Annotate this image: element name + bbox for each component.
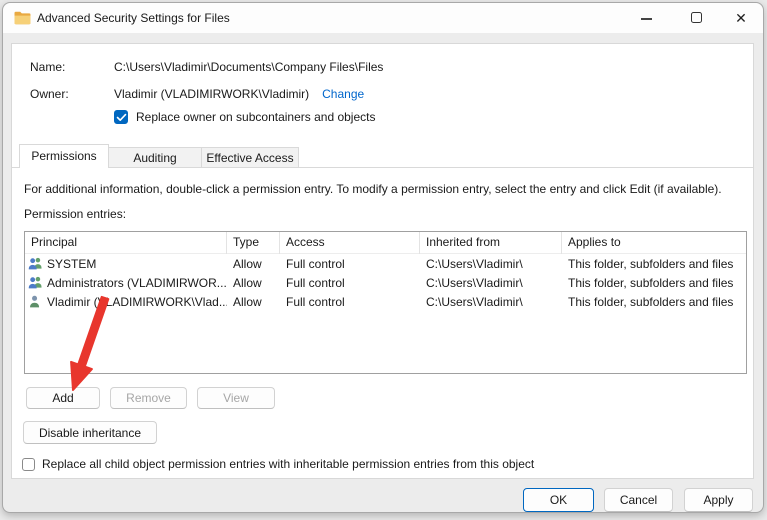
permissions-table: Principal Type Access Inherited from App… <box>24 231 747 374</box>
folder-icon <box>14 11 31 25</box>
group-icon <box>28 256 43 271</box>
name-label: Name: <box>30 60 114 74</box>
column-header-access[interactable]: Access <box>280 232 420 254</box>
table-row[interactable]: Vladimir (VLADIMIRWORK\Vlad... Allow Ful… <box>25 292 746 311</box>
permission-entries-label: Permission entries: <box>24 207 126 221</box>
cell-type: Allow <box>227 276 280 290</box>
replace-owner-checkbox[interactable] <box>114 110 128 124</box>
change-owner-link[interactable]: Change <box>322 87 364 101</box>
window-title: Advanced Security Settings for Files <box>37 3 230 33</box>
name-row: Name: C:\Users\Vladimir\Documents\Compan… <box>30 60 383 74</box>
disable-inheritance-button[interactable]: Disable inheritance <box>23 421 157 444</box>
table-header: Principal Type Access Inherited from App… <box>25 232 746 254</box>
replace-owner-label: Replace owner on subcontainers and objec… <box>136 110 375 124</box>
minimize-button[interactable] <box>629 3 663 33</box>
cell-inherited-from: C:\Users\Vladimir\ <box>420 257 562 271</box>
column-header-type[interactable]: Type <box>227 232 280 254</box>
group-icon <box>28 275 43 290</box>
column-header-applies-to[interactable]: Applies to <box>562 232 746 254</box>
maximize-icon <box>691 12 702 23</box>
column-header-inherited-from[interactable]: Inherited from <box>420 232 562 254</box>
cell-principal: SYSTEM <box>47 257 96 271</box>
replace-child-label: Replace all child object permission entr… <box>42 457 534 471</box>
column-header-principal[interactable]: Principal <box>25 232 227 254</box>
cell-access: Full control <box>280 295 420 309</box>
title-bar: Advanced Security Settings for Files ✕ <box>3 3 763 33</box>
remove-button[interactable]: Remove <box>110 387 187 409</box>
cell-principal: Vladimir (VLADIMIRWORK\Vlad... <box>47 295 227 309</box>
cell-principal: Administrators (VLADIMIRWOR... <box>47 276 227 290</box>
cancel-button[interactable]: Cancel <box>604 488 673 512</box>
tab-permissions[interactable]: Permissions <box>19 144 109 168</box>
replace-child-checkbox[interactable] <box>22 458 35 471</box>
cell-applies-to: This folder, subfolders and files <box>562 295 746 309</box>
cell-access: Full control <box>280 276 420 290</box>
tab-strip-line <box>12 167 753 168</box>
cell-type: Allow <box>227 295 280 309</box>
advanced-security-settings-window: Advanced Security Settings for Files ✕ N… <box>2 2 764 513</box>
maximize-button[interactable] <box>679 3 713 33</box>
name-value: C:\Users\Vladimir\Documents\Company File… <box>114 60 383 74</box>
owner-row: Owner: Vladimir (VLADIMIRWORK\Vladimir) … <box>30 87 364 101</box>
minimize-icon <box>641 18 652 20</box>
owner-value: Vladimir (VLADIMIRWORK\Vladimir) <box>114 87 309 101</box>
cell-inherited-from: C:\Users\Vladimir\ <box>420 276 562 290</box>
apply-button[interactable]: Apply <box>684 488 753 512</box>
cell-type: Allow <box>227 257 280 271</box>
view-button[interactable]: View <box>197 387 275 409</box>
ok-button[interactable]: OK <box>523 488 594 512</box>
cell-inherited-from: C:\Users\Vladimir\ <box>420 295 562 309</box>
add-button[interactable]: Add <box>26 387 100 409</box>
checkmark-icon <box>116 112 127 123</box>
user-icon <box>28 294 43 309</box>
cell-access: Full control <box>280 257 420 271</box>
table-row[interactable]: Administrators (VLADIMIRWOR... Allow Ful… <box>25 273 746 292</box>
close-button[interactable]: ✕ <box>724 3 758 33</box>
dialog-content-panel: Name: C:\Users\Vladimir\Documents\Compan… <box>11 43 754 479</box>
owner-label: Owner: <box>30 87 114 101</box>
cell-applies-to: This folder, subfolders and files <box>562 276 746 290</box>
tab-effective-access[interactable]: Effective Access <box>201 147 299 167</box>
cell-applies-to: This folder, subfolders and files <box>562 257 746 271</box>
table-row[interactable]: SYSTEM Allow Full control C:\Users\Vladi… <box>25 254 746 273</box>
close-icon: ✕ <box>724 3 758 33</box>
info-text: For additional information, double-click… <box>24 182 746 196</box>
tab-auditing[interactable]: Auditing <box>108 147 202 167</box>
